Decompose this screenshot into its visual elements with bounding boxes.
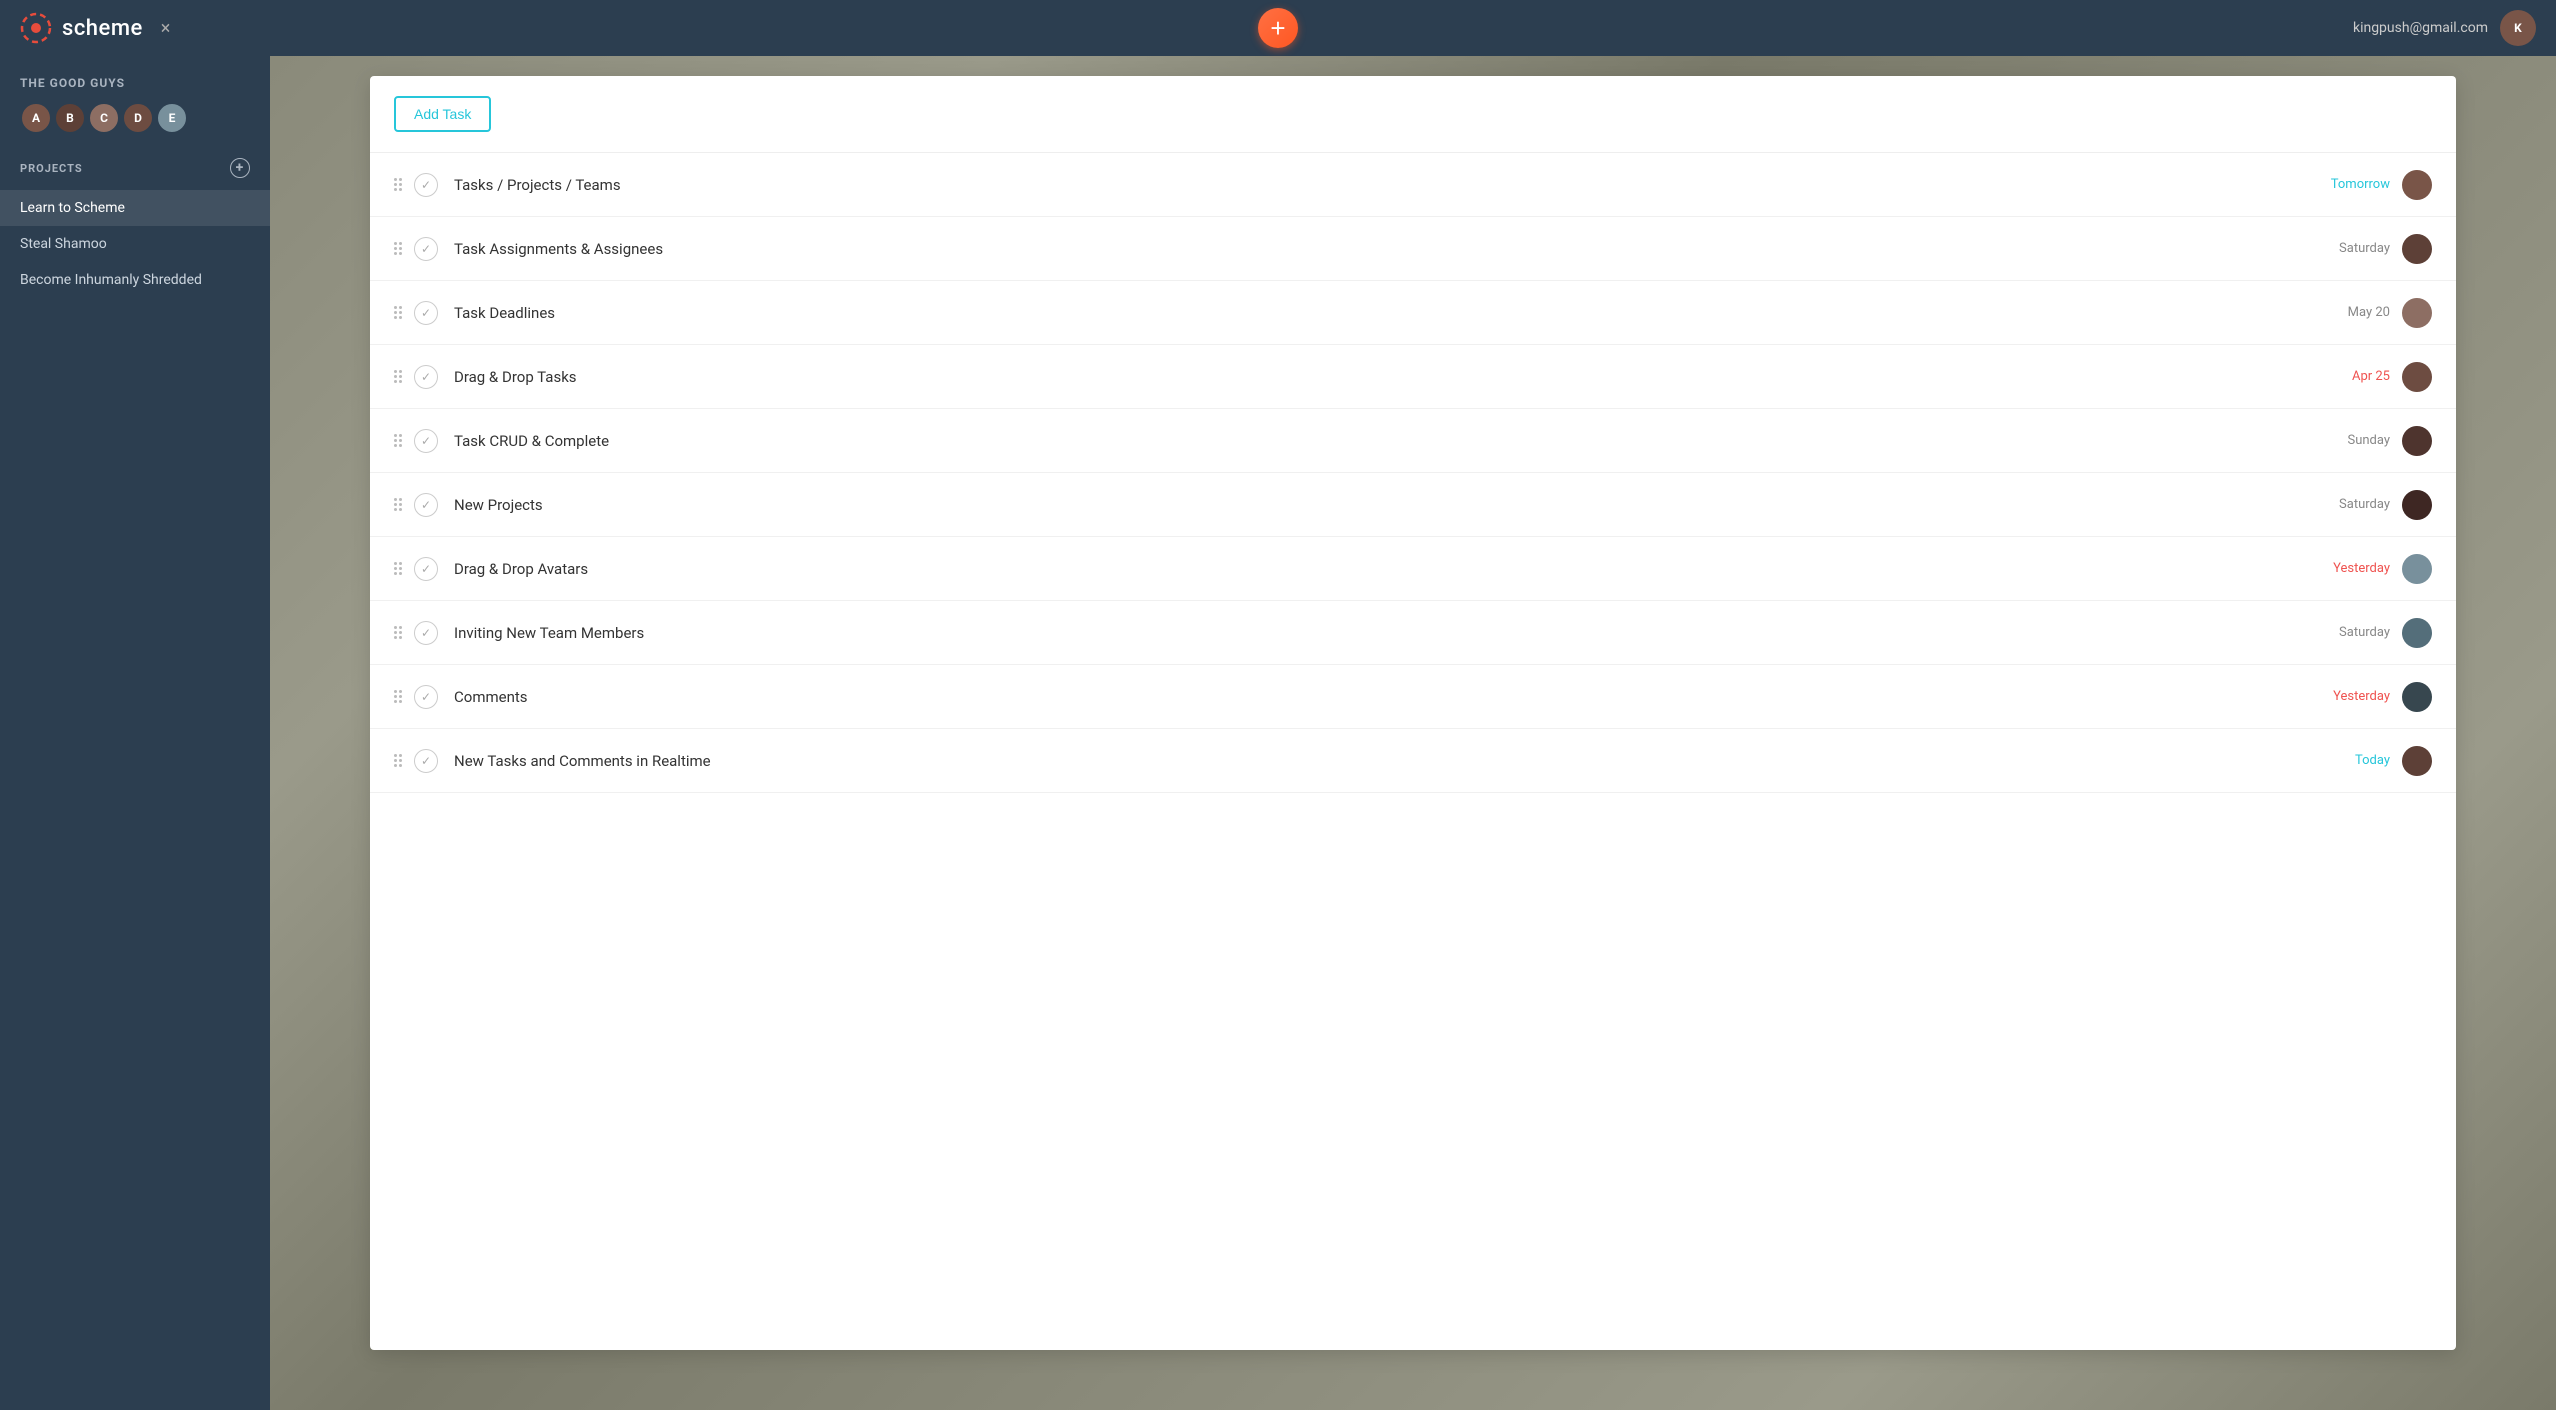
drag-handle [394,178,402,191]
task-row[interactable]: ✓ Drag & Drop AvatarsYesterday [370,537,2456,601]
task-name: Task Assignments & Assignees [454,240,2310,258]
task-checkbox[interactable]: ✓ [414,365,438,389]
task-name: New Projects [454,496,2310,514]
drag-handle [394,306,402,319]
task-list: ✓ Tasks / Projects / TeamsTomorrow ✓ Task A… [370,153,2456,1350]
task-due-date: Today [2310,753,2390,768]
task-checkbox[interactable]: ✓ [414,173,438,197]
global-add-button[interactable]: + [1258,8,1298,48]
task-assignee-avatar[interactable] [2402,426,2432,456]
main-content: Add Task ✓ Tasks / Projects / TeamsTomorr… [270,56,2556,1410]
task-name: Task CRUD & Complete [454,432,2310,450]
task-assignee-avatar[interactable] [2402,554,2432,584]
app-header: scheme × + kingpush@gmail.com K [0,0,2556,56]
task-panel-header: Add Task [370,76,2456,153]
user-avatar[interactable]: K [2500,10,2536,46]
projects-header: PROJECTS + [0,158,270,190]
task-due-date: Yesterday [2310,689,2390,704]
task-assignee-avatar[interactable] [2402,362,2432,392]
task-assignee-avatar[interactable] [2402,746,2432,776]
task-row[interactable]: ✓ Task CRUD & CompleteSunday [370,409,2456,473]
header-left: scheme × [20,12,170,44]
task-row[interactable]: ✓ Task Assignments & AssigneesSaturday [370,217,2456,281]
task-checkbox[interactable]: ✓ [414,429,438,453]
add-task-button[interactable]: Add Task [394,96,491,132]
task-name: Comments [454,688,2310,706]
task-checkbox[interactable]: ✓ [414,621,438,645]
task-due-date: May 20 [2310,305,2390,320]
team-member-avatar[interactable]: C [88,102,120,134]
drag-handle [394,754,402,767]
task-checkbox[interactable]: ✓ [414,237,438,261]
task-assignee-avatar[interactable] [2402,490,2432,520]
team-member-avatar[interactable]: B [54,102,86,134]
team-member-avatar[interactable]: E [156,102,188,134]
add-project-button[interactable]: + [230,158,250,178]
task-assignee-avatar[interactable] [2402,618,2432,648]
task-assignee-avatar[interactable] [2402,298,2432,328]
task-name: Task Deadlines [454,304,2310,322]
task-assignee-avatar[interactable] [2402,234,2432,264]
logo-icon [20,12,52,44]
project-list: Learn to SchemeSteal ShamooBecome Inhuma… [0,190,270,298]
task-name: Inviting New Team Members [454,624,2310,642]
task-due-date: Saturday [2310,625,2390,640]
drag-handle [394,690,402,703]
task-due-date: Tomorrow [2310,177,2390,192]
main-layout: THE GOOD GUYS A B C D E PROJECTS + Learn… [0,56,2556,1410]
task-name: Tasks / Projects / Teams [454,176,2310,194]
task-assignee-avatar[interactable] [2402,682,2432,712]
header-right: kingpush@gmail.com K [2353,10,2536,46]
task-checkbox[interactable]: ✓ [414,301,438,325]
task-row[interactable]: ✓ New ProjectsSaturday [370,473,2456,537]
task-panel: Add Task ✓ Tasks / Projects / TeamsTomorr… [370,76,2456,1350]
task-row[interactable]: ✓ Drag & Drop TasksApr 25 [370,345,2456,409]
task-due-date: Yesterday [2310,561,2390,576]
task-name: New Tasks and Comments in Realtime [454,752,2310,770]
task-checkbox[interactable]: ✓ [414,557,438,581]
task-row[interactable]: ✓ New Tasks and Comments in RealtimeToday [370,729,2456,793]
header-center: + [1258,8,1298,48]
task-due-date: Saturday [2310,497,2390,512]
task-row[interactable]: ✓ CommentsYesterday [370,665,2456,729]
drag-handle [394,626,402,639]
user-email: kingpush@gmail.com [2353,20,2488,36]
close-button[interactable]: × [161,18,171,39]
sidebar: THE GOOD GUYS A B C D E PROJECTS + Learn… [0,56,270,1410]
drag-handle [394,562,402,575]
team-avatars: A B C D E [0,102,270,158]
task-due-date: Sunday [2310,433,2390,448]
drag-handle [394,370,402,383]
team-name: THE GOOD GUYS [0,76,270,102]
task-checkbox[interactable]: ✓ [414,749,438,773]
task-due-date: Apr 25 [2310,369,2390,384]
task-assignee-avatar[interactable] [2402,170,2432,200]
sidebar-item-learn-to-scheme[interactable]: Learn to Scheme [0,190,270,226]
task-row[interactable]: ✓ Task DeadlinesMay 20 [370,281,2456,345]
sidebar-item-steal-shamoo[interactable]: Steal Shamoo [0,226,270,262]
task-due-date: Saturday [2310,241,2390,256]
drag-handle [394,242,402,255]
task-checkbox[interactable]: ✓ [414,493,438,517]
sidebar-item-become-inhumanly-shredded[interactable]: Become Inhumanly Shredded [0,262,270,298]
task-row[interactable]: ✓ Tasks / Projects / TeamsTomorrow [370,153,2456,217]
task-checkbox[interactable]: ✓ [414,685,438,709]
task-name: Drag & Drop Avatars [454,560,2310,578]
drag-handle [394,434,402,447]
projects-label: PROJECTS [20,162,83,175]
task-name: Drag & Drop Tasks [454,368,2310,386]
drag-handle [394,498,402,511]
app-name: scheme [62,16,143,41]
task-row[interactable]: ✓ Inviting New Team MembersSaturday [370,601,2456,665]
team-member-avatar[interactable]: A [20,102,52,134]
team-member-avatar[interactable]: D [122,102,154,134]
